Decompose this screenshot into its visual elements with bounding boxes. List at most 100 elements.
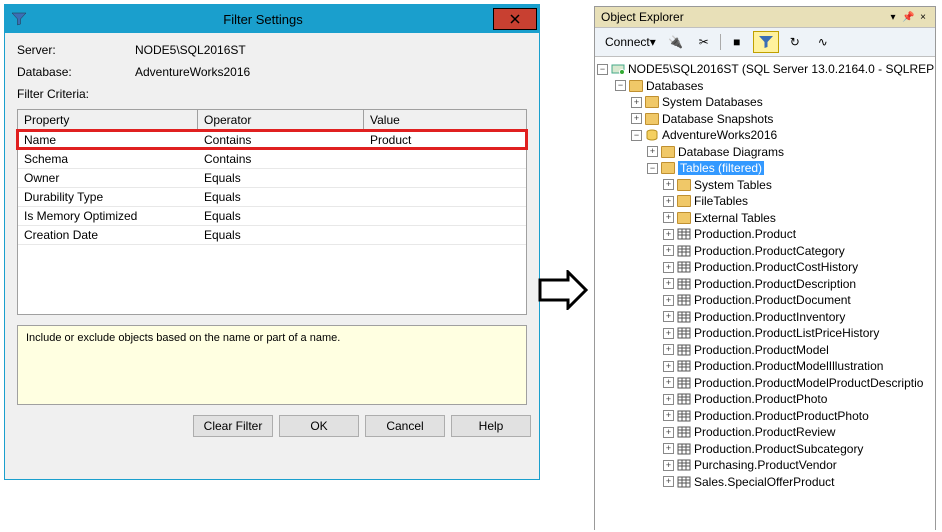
close-button[interactable] — [493, 8, 537, 30]
table-node[interactable]: +Production.ProductReview — [597, 424, 933, 441]
close-icon[interactable]: × — [917, 12, 929, 23]
grid-row[interactable]: SchemaContains — [18, 150, 526, 169]
table-label[interactable]: Production.ProductPhoto — [694, 392, 827, 406]
cell-property[interactable]: Schema — [18, 150, 198, 168]
connect-icon[interactable]: 🔌 — [664, 32, 688, 52]
table-label[interactable]: Production.ProductModelIllustration — [694, 359, 883, 373]
connect-button[interactable]: Connect ▾ — [601, 33, 660, 51]
expand-icon[interactable]: + — [663, 179, 674, 190]
table-node[interactable]: + Production.ProductInventory — [597, 309, 933, 326]
expand-icon[interactable]: − — [647, 163, 658, 174]
filetables-node[interactable]: FileTables — [694, 194, 748, 208]
table-label[interactable]: Production.ProductInventory — [694, 310, 845, 324]
expand-icon[interactable]: − — [615, 80, 626, 91]
grid-row[interactable]: Name Contains Product — [18, 131, 526, 150]
stop-icon[interactable]: ■ — [725, 32, 749, 52]
expand-icon[interactable]: + — [663, 460, 674, 471]
expand-icon[interactable]: − — [597, 64, 608, 75]
expand-icon[interactable]: + — [631, 113, 642, 124]
table-node[interactable]: + Production.ProductModelIllustration — [597, 358, 933, 375]
server-node[interactable]: NODE5\SQL2016ST (SQL Server 13.0.2164.0 … — [628, 62, 935, 76]
titlebar[interactable]: Filter Settings — [5, 5, 539, 33]
expand-icon[interactable]: + — [663, 377, 674, 388]
expand-icon[interactable]: + — [663, 344, 674, 355]
cell-value[interactable]: Product — [364, 131, 526, 149]
aw-node[interactable]: AdventureWorks2016 — [662, 128, 777, 142]
tree-view[interactable]: −NODE5\SQL2016ST (SQL Server 13.0.2164.0… — [595, 57, 935, 531]
dropdown-icon[interactable]: ▾ — [887, 12, 899, 23]
expand-icon[interactable]: + — [663, 361, 674, 372]
cell-operator[interactable]: Equals — [198, 169, 364, 187]
table-node[interactable]: + Production.ProductModel — [597, 342, 933, 359]
table-node[interactable]: + Production.ProductCategory — [597, 243, 933, 260]
table-node[interactable]: + Production.ProductDescription — [597, 276, 933, 293]
cell-value[interactable] — [364, 169, 526, 187]
table-label[interactable]: Production.ProductDocument — [694, 293, 851, 307]
cancel-button[interactable]: Cancel — [365, 415, 445, 437]
cell-value[interactable] — [364, 188, 526, 206]
table-node[interactable]: + Production.ProductSubcategory — [597, 441, 933, 458]
expand-icon[interactable]: + — [663, 311, 674, 322]
cell-property[interactable]: Owner — [18, 169, 198, 187]
databases-node[interactable]: Databases — [646, 79, 703, 93]
expand-icon[interactable]: + — [663, 443, 674, 454]
snapshots-node[interactable]: Database Snapshots — [662, 112, 773, 126]
table-label[interactable]: Production.ProductListPriceHistory — [694, 326, 879, 340]
table-label[interactable]: Production.ProductDescription — [694, 277, 856, 291]
table-node[interactable]: + Production.ProductPhoto — [597, 391, 933, 408]
table-node[interactable]: + Sales.SpecialOfferProduct — [597, 474, 933, 491]
sysdb-node[interactable]: System Databases — [662, 95, 763, 109]
expand-icon[interactable]: + — [663, 196, 674, 207]
refresh-icon[interactable]: ↻ — [783, 32, 807, 52]
table-label[interactable]: Production.ProductModelProductDescriptio — [694, 376, 923, 390]
table-label[interactable]: Production.ProductSubcategory — [694, 442, 863, 456]
cell-operator[interactable]: Equals — [198, 188, 364, 206]
expand-icon[interactable]: + — [663, 245, 674, 256]
cell-operator[interactable]: Equals — [198, 226, 364, 244]
exttables-node[interactable]: External Tables — [694, 211, 776, 225]
ok-button[interactable]: OK — [279, 415, 359, 437]
expand-icon[interactable]: + — [663, 328, 674, 339]
cell-value[interactable] — [364, 226, 526, 244]
disconnect-icon[interactable]: ✂ — [692, 32, 716, 52]
activity-icon[interactable]: ∿ — [811, 32, 835, 52]
table-label[interactable]: Production.ProductCostHistory — [694, 260, 858, 274]
diagrams-node[interactable]: Database Diagrams — [678, 145, 784, 159]
cell-property[interactable]: Creation Date — [18, 226, 198, 244]
pin-icon[interactable]: 📌 — [902, 12, 914, 23]
systables-node[interactable]: System Tables — [694, 178, 772, 192]
table-node[interactable]: + Production.ProductProductPhoto — [597, 408, 933, 425]
expand-icon[interactable]: + — [663, 394, 674, 405]
grid-row[interactable]: OwnerEquals — [18, 169, 526, 188]
table-node[interactable]: +Production.Product — [597, 226, 933, 243]
grid-row[interactable]: Durability TypeEquals — [18, 188, 526, 207]
table-label[interactable]: Production.ProductReview — [694, 425, 835, 439]
table-label[interactable]: Production.ProductProductPhoto — [694, 409, 869, 423]
expand-icon[interactable]: + — [663, 212, 674, 223]
clear-filter-button[interactable]: Clear Filter — [193, 415, 273, 437]
filter-icon[interactable] — [753, 31, 779, 53]
cell-value[interactable] — [364, 150, 526, 168]
cell-value[interactable] — [364, 207, 526, 225]
cell-property[interactable]: Name — [18, 131, 198, 149]
table-node[interactable]: + Production.ProductListPriceHistory — [597, 325, 933, 342]
expand-icon[interactable]: + — [663, 278, 674, 289]
expand-icon[interactable]: + — [663, 476, 674, 487]
table-label[interactable]: Production.ProductModel — [694, 343, 829, 357]
cell-operator[interactable]: Contains — [198, 150, 364, 168]
table-node[interactable]: + Production.ProductModelProductDescripti… — [597, 375, 933, 392]
table-node[interactable]: +Production.ProductDocument — [597, 292, 933, 309]
cell-property[interactable]: Durability Type — [18, 188, 198, 206]
expand-icon[interactable]: + — [663, 410, 674, 421]
help-button[interactable]: Help — [451, 415, 531, 437]
expand-icon[interactable]: + — [631, 97, 642, 108]
table-label[interactable]: Sales.SpecialOfferProduct — [694, 475, 835, 489]
table-label[interactable]: Purchasing.ProductVendor — [694, 458, 837, 472]
expand-icon[interactable]: − — [631, 130, 642, 141]
table-label[interactable]: Production.ProductCategory — [694, 244, 845, 258]
expand-icon[interactable]: + — [663, 229, 674, 240]
expand-icon[interactable]: + — [647, 146, 658, 157]
cell-property[interactable]: Is Memory Optimized — [18, 207, 198, 225]
table-node[interactable]: +Production.ProductCostHistory — [597, 259, 933, 276]
cell-operator[interactable]: Equals — [198, 207, 364, 225]
